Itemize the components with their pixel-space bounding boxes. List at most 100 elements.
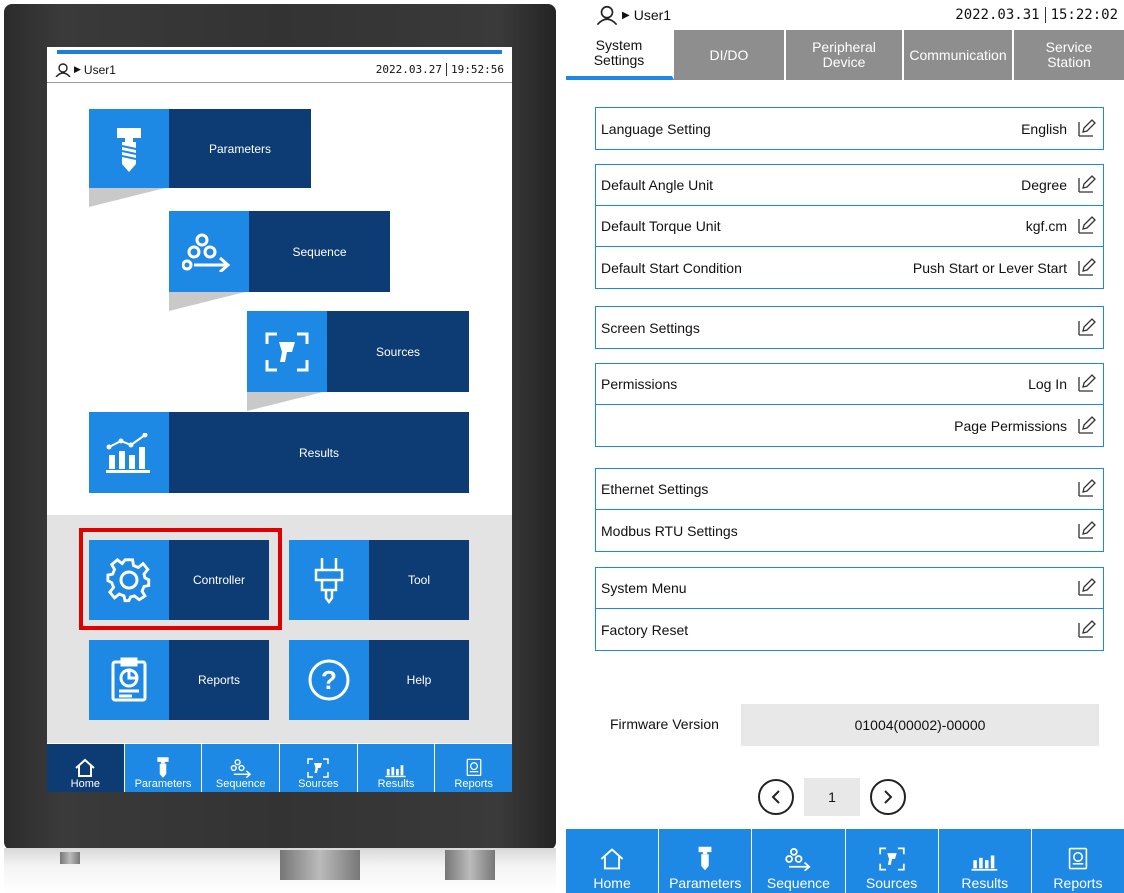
setting-row-screen[interactable]: Screen Settings [596,307,1103,348]
setting-label: Language Setting [601,120,711,137]
edit-icon[interactable] [1075,373,1097,395]
home-icon [600,848,624,870]
nav-sequence[interactable]: Sequence [202,744,281,792]
tab-service-station[interactable]: Service Station [1014,30,1124,80]
chart-icon [89,412,169,493]
setting-row-system-menu[interactable]: System Menu [596,568,1103,609]
user-indicator[interactable]: ▶ User1 [55,63,116,77]
prev-page-button[interactable] [758,779,794,815]
edit-icon[interactable] [1075,478,1097,500]
user-indicator[interactable]: ▶ User1 [596,5,671,25]
setting-row-page-permissions[interactable]: Page Permissions [596,405,1103,446]
device-port [280,850,360,880]
nav-label: Results [377,778,415,790]
highlight-box [79,528,282,630]
tab-peripheral-device[interactable]: Peripheral Device [786,30,904,80]
screw-icon [698,846,712,871]
nav-label: Reports [1053,875,1103,891]
settings-group-language: Language Setting English [595,107,1104,150]
bottom-nav: Home Parameters Sequence Sources Results… [566,829,1124,893]
date: 2022.03.27 [375,63,443,76]
edit-icon[interactable] [1075,174,1097,196]
sequence-icon [230,759,251,778]
edit-icon[interactable] [1075,619,1097,641]
nav-label: Sources [298,778,339,790]
help-tile[interactable]: ? Help [289,640,469,720]
setting-value: English [1021,120,1067,137]
nav-reports[interactable]: Reports [435,744,512,792]
scanner-icon [878,847,905,871]
tool-tile[interactable]: Tool [289,540,469,620]
page-number: 1 [804,778,860,816]
home-icon [75,758,95,777]
setting-label: Default Torque Unit [601,218,721,234]
help-label: Help [369,640,469,720]
sequence-icon [169,211,249,292]
user-name: User1 [633,7,672,23]
nav-sequence[interactable]: Sequence [752,829,846,893]
setting-row-ethernet[interactable]: Ethernet Settings [596,469,1103,510]
scanner-icon [307,758,330,778]
setting-label: System Menu [601,580,687,596]
screw-icon [89,109,169,188]
device-photo: ▶ User1 2022.03.27 19:52:56 Parameters S… [0,0,560,893]
nav-label: Sequence [215,778,266,790]
tab-communication[interactable]: Communication [904,30,1014,80]
nav-label: Home [70,778,100,790]
setting-value: Degree [1021,177,1067,193]
datetime: 2022.03.31 15:22:02 [955,7,1118,23]
setting-row-angle-unit[interactable]: Default Angle Unit Degree [596,165,1103,206]
edit-icon[interactable] [1075,257,1097,279]
nav-results[interactable]: Results [358,744,436,792]
next-page-button[interactable] [870,779,906,815]
nav-home[interactable]: Home [566,829,660,893]
setting-row-torque-unit[interactable]: Default Torque Unit kgf.cm [596,206,1103,247]
setting-row-language[interactable]: Language Setting English [596,108,1103,149]
nav-sources[interactable]: Sources [280,744,358,792]
reports-label: Reports [169,640,269,720]
nav-label: Reports [454,778,493,790]
setting-row-factory-reset[interactable]: Factory Reset [596,609,1103,650]
setting-value: kgf.cm [1025,218,1067,234]
setting-row-permissions[interactable]: Permissions Log In [596,364,1103,405]
nav-home[interactable]: Home [47,744,125,792]
settings-group-network: Ethernet Settings Modbus RTU Settings [595,468,1104,552]
nav-sources[interactable]: Sources [846,829,939,893]
report-icon [466,758,482,777]
tab-bar: System Settings DI/DO Peripheral Device … [566,30,1124,80]
edit-icon[interactable] [1075,577,1097,599]
report-icon [89,640,169,720]
results-label: Results [169,412,469,493]
edit-icon[interactable] [1075,118,1097,140]
edit-icon[interactable] [1075,415,1097,437]
nav-results[interactable]: Results [939,829,1032,893]
status-bar: ▶ User1 2022.03.31 15:22:02 [566,0,1124,30]
edit-icon[interactable] [1075,215,1097,237]
play-arrow-icon: ▶ [622,9,630,21]
setting-row-start-condition[interactable]: Default Start Condition Push Start or Le… [596,247,1103,288]
reports-tile[interactable]: Reports [89,640,269,720]
sources-label: Sources [327,311,469,392]
device-screen: ▶ User1 2022.03.27 19:52:56 Parameters S… [47,47,512,792]
nav-label: Home [593,875,631,891]
datetime: 2022.03.27 19:52:56 [376,63,504,76]
nav-parameters[interactable]: Parameters [125,744,203,792]
parameters-tile[interactable]: Parameters [89,109,311,188]
sources-tile[interactable]: Sources [247,311,469,392]
nav-parameters[interactable]: Parameters [659,829,753,893]
settings-group-defaults: Default Angle Unit Degree Default Torque… [595,164,1104,289]
edit-icon[interactable] [1075,520,1097,542]
chart-icon [385,765,406,778]
tab-di-do[interactable]: DI/DO [674,30,786,80]
tool-icon [289,540,369,620]
setting-label: Default Start Condition [601,259,742,276]
chart-icon [971,855,998,871]
setting-row-modbus[interactable]: Modbus RTU Settings [596,510,1103,551]
nav-reports[interactable]: Reports [1032,829,1124,893]
tab-system-settings[interactable]: System Settings [566,30,674,80]
edit-icon[interactable] [1075,317,1097,339]
sequence-tile[interactable]: Sequence [169,211,390,292]
setting-value: Log In [1028,376,1067,392]
results-tile[interactable]: Results [89,412,469,493]
settings-group-permissions: Permissions Log In Page Permissions [595,363,1104,447]
